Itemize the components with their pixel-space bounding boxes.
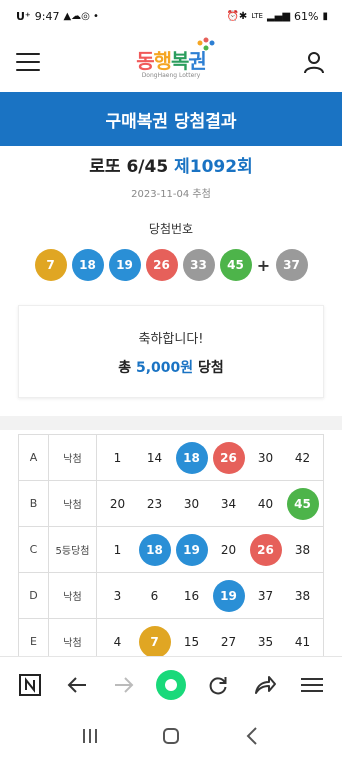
ticket-row: A 낙첨 1 14 18 26 30 42: [18, 434, 324, 481]
ticket-number: 26: [212, 441, 245, 474]
winning-ball: 45: [219, 249, 252, 281]
ticket-row-numbers: 20 23 30 34 40 45: [96, 480, 324, 527]
ticket-number: 16: [183, 588, 200, 603]
ticket-number: 41: [294, 634, 311, 649]
battery-percent: 61%: [294, 9, 319, 23]
winning-numbers-label: 당첨번호: [148, 222, 194, 236]
winning-ball: 18: [71, 249, 104, 281]
ticket-row-letter: C: [18, 526, 49, 573]
signal-icon: ▂▄▆: [266, 10, 291, 22]
ticket-row: B 낙첨 20 23 30 34 40 45: [18, 480, 324, 527]
logo-figure-icon: [197, 37, 215, 51]
ticket-table: A 낙첨 1 14 18 26 30 42 B 낙첨 20 23 30 34 40 45 C 5등당첨 1 18 19 2…: [18, 434, 324, 665]
more-menu-icon[interactable]: [295, 668, 329, 702]
forward-arrow-icon[interactable]: [107, 668, 141, 702]
ticket-row-numbers: 3 6 16 19 37 38: [96, 572, 324, 619]
prize-summary-box: 축하합니다! 총 5,000원 당첨: [18, 305, 324, 398]
ticket-number: 7: [138, 625, 171, 658]
carrier-label: U⁺: [16, 9, 31, 23]
ticket-row-numbers: 1 18 19 20 26 38: [96, 526, 324, 573]
hamburger-icon[interactable]: [16, 53, 40, 71]
ticket-number: 20: [109, 496, 126, 511]
draw-date: 2023-11-04 추첨: [131, 189, 211, 200]
ticket-number: 4: [113, 634, 122, 649]
back-arrow-icon[interactable]: [60, 668, 94, 702]
share-icon[interactable]: [248, 668, 282, 702]
page-title: 구매복권 당첨결과: [105, 111, 237, 132]
ticket-number: 6: [150, 588, 159, 603]
winning-ball: 26: [145, 249, 178, 281]
battery-icon: ▮: [322, 10, 328, 22]
winning-ball: 19: [108, 249, 141, 281]
draw-round: 제1092회: [174, 157, 253, 177]
ticket-number: 38: [294, 588, 311, 603]
ticket-row: C 5등당첨 1 18 19 20 26 38: [18, 526, 324, 573]
congrats-message: 축하합니다!: [138, 332, 204, 347]
back-icon[interactable]: [235, 719, 269, 753]
refresh-icon[interactable]: [201, 668, 235, 702]
ticket-row-letter: D: [18, 572, 49, 619]
ticket-number: 38: [294, 542, 311, 557]
ticket-number: 18: [138, 533, 171, 566]
ticket-number: 19: [175, 533, 208, 566]
ticket-number: 3: [113, 588, 122, 603]
ticket-row-result: 5등당첨: [48, 526, 97, 573]
ticket-row-letter: A: [18, 434, 49, 481]
prize-suffix: 당첨: [198, 360, 224, 376]
browser-toolbar: [0, 656, 342, 712]
ticket-number: 37: [257, 588, 274, 603]
network-type: LTE: [251, 12, 263, 20]
ticket-number: 18: [175, 441, 208, 474]
bonus-ball: 37: [275, 249, 308, 281]
ticket-number: 30: [257, 450, 274, 465]
ticket-number: 1: [113, 450, 122, 465]
prize-amount: 5,000원: [135, 360, 194, 376]
ticket-number: 20: [220, 542, 237, 557]
naver-n-icon[interactable]: [13, 668, 47, 702]
ticket-number: 35: [257, 634, 274, 649]
ticket-row-letter: B: [18, 480, 49, 527]
winning-numbers: 7 18 19 26 33 45 + 37: [16, 249, 326, 281]
home-dot-icon[interactable]: [154, 668, 188, 702]
site-logo[interactable]: 동행복권 DongHaeng Lottery: [136, 37, 215, 79]
ticket-number: 1: [113, 542, 122, 557]
ticket-number: 45: [286, 487, 319, 520]
ticket-row: D 낙첨 3 6 16 19 37 38: [18, 572, 324, 619]
home-icon[interactable]: [154, 719, 188, 753]
ticket-number: 42: [294, 450, 311, 465]
ticket-row-result: 낙첨: [48, 480, 97, 527]
plus-sign: +: [256, 255, 271, 275]
ticket-row-result: 낙첨: [48, 572, 97, 619]
clock: 9:47: [34, 9, 60, 23]
app-header: 동행복권 DongHaeng Lottery: [0, 32, 342, 92]
ticket-row-numbers: 1 14 18 26 30 42: [96, 434, 324, 481]
ticket-number: 40: [257, 496, 274, 511]
ticket-number: 19: [212, 579, 245, 612]
system-nav-bar: [0, 712, 342, 760]
ticket-number: 15: [183, 634, 200, 649]
ticket-number: 30: [183, 496, 200, 511]
game-name: 로또 6/45: [89, 157, 169, 177]
draw-result-card: 로또 6/45 제1092회 2023-11-04 추첨 당첨번호 7 18 1…: [0, 146, 342, 416]
ticket-number: 23: [146, 496, 163, 511]
prize-total: 총 5,000원 당첨: [19, 357, 323, 377]
page-title-banner: 구매복권 당첨결과: [0, 92, 342, 146]
section-gap: [0, 416, 342, 430]
alarm-icon: ⏰✱: [226, 10, 248, 22]
ticket-number: 14: [146, 450, 163, 465]
ticket-number: 27: [220, 634, 237, 649]
recent-apps-icon[interactable]: [73, 719, 107, 753]
prize-prefix: 총: [118, 360, 132, 376]
ticket-row-result: 낙첨: [48, 434, 97, 481]
status-bar: U⁺ 9:47 ▲☁◎ • ⏰✱ LTE ▂▄▆ 61% ▮: [0, 0, 342, 32]
winning-ball: 7: [34, 249, 67, 281]
winning-ball: 33: [182, 249, 215, 281]
ticket-number: 34: [220, 496, 237, 511]
user-icon[interactable]: [302, 50, 326, 74]
notification-icons: ▲☁◎ •: [63, 10, 99, 22]
ticket-section: A 낙첨 1 14 18 26 30 42 B 낙첨 20 23 30 34 40 45 C 5등당첨 1 18 19 2…: [0, 430, 342, 672]
ticket-number: 26: [249, 533, 282, 566]
draw-title: 로또 6/45 제1092회: [16, 152, 326, 177]
